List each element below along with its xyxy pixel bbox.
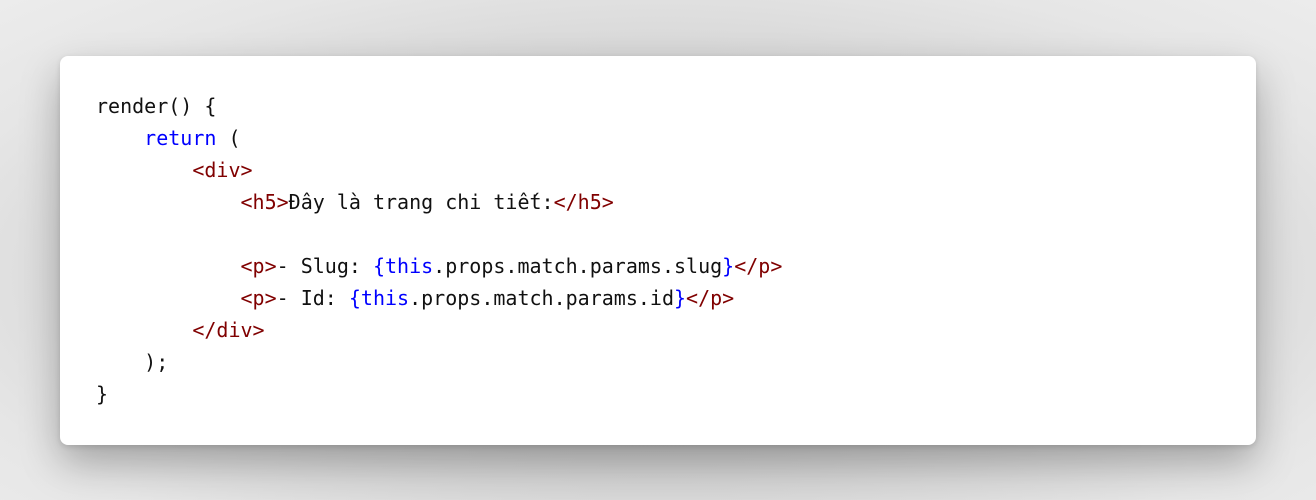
code-token: - Slug: <box>276 254 373 278</box>
code-token: return <box>144 126 217 150</box>
code-line: <p>- Id: {this.props.match.params.id}</p… <box>96 282 1256 314</box>
code-token: <p> <box>240 286 277 310</box>
code-line: } <box>96 378 1256 410</box>
code-line: return ( <box>96 122 1256 154</box>
code-token: <div> <box>192 158 253 182</box>
code-token: { <box>348 286 361 310</box>
code-token: </div> <box>192 318 265 342</box>
code-token: - Id: <box>276 286 349 310</box>
code-token: this <box>360 286 410 310</box>
code-token: } <box>96 382 109 406</box>
code-line: ); <box>96 346 1256 378</box>
code-token: </p> <box>734 254 783 278</box>
code-token: </p> <box>686 286 735 310</box>
code-snippet-card: render() { return ( <div> <h5>Đây là tra… <box>60 56 1256 445</box>
code-token: <h5> <box>240 190 289 214</box>
code-token: .props.match.params.id <box>409 286 674 310</box>
code-token: this <box>385 254 434 278</box>
code-token: Đây là trang chi tiết: <box>288 190 554 214</box>
code-line: render() { <box>96 90 1256 122</box>
code-line: <div> <box>96 154 1256 186</box>
code-line: <p>- Slug: {this.props.match.params.slug… <box>96 250 1256 282</box>
code-line: </div> <box>96 314 1256 346</box>
code-block: render() { return ( <div> <h5>Đây là tra… <box>96 90 1256 410</box>
code-token: render() { <box>96 94 217 118</box>
code-token: </h5> <box>553 190 614 214</box>
code-token: .props.match.params.slug <box>433 254 723 278</box>
code-token: <p> <box>240 254 277 278</box>
code-token: { <box>372 254 385 278</box>
code-token: } <box>722 254 735 278</box>
code-token: ); <box>96 350 169 374</box>
code-token: } <box>674 286 687 310</box>
code-line: <h5>Đây là trang chi tiết:</h5> <box>96 186 1256 218</box>
code-token: ( <box>216 126 241 150</box>
